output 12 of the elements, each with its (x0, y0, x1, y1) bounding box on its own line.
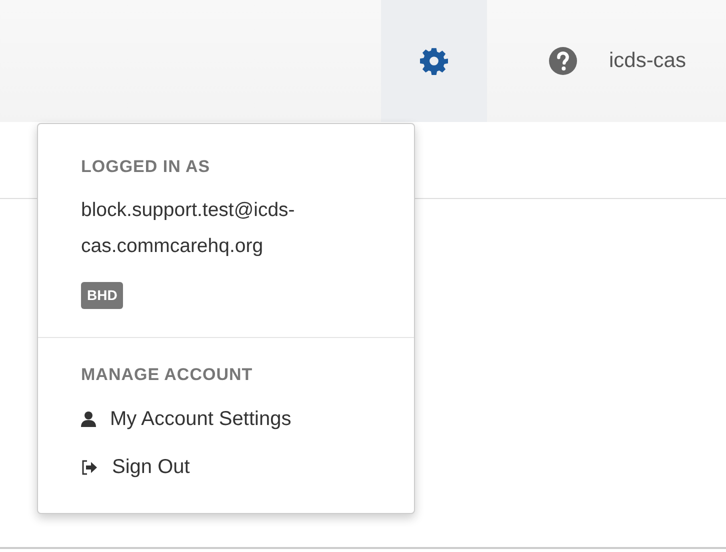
menu-item[interactable]: My Account Settings (38, 395, 414, 443)
settings-icon (420, 47, 448, 75)
help-icon (548, 47, 577, 75)
settings-button[interactable] (380, 0, 487, 122)
section-header: LOGGED IN AS (80, 156, 212, 178)
domain-link[interactable]: icds-cas (608, 0, 686, 122)
sign-out-icon (81, 460, 98, 474)
user-icon (81, 411, 96, 427)
role-tag: BHD (81, 282, 124, 308)
section-header: MANAGE ACCOUNT (80, 364, 254, 386)
menu-item[interactable]: Sign Out (38, 443, 414, 491)
user-email: block.support.test@icds-cas.commcarehq.org (80, 198, 296, 258)
